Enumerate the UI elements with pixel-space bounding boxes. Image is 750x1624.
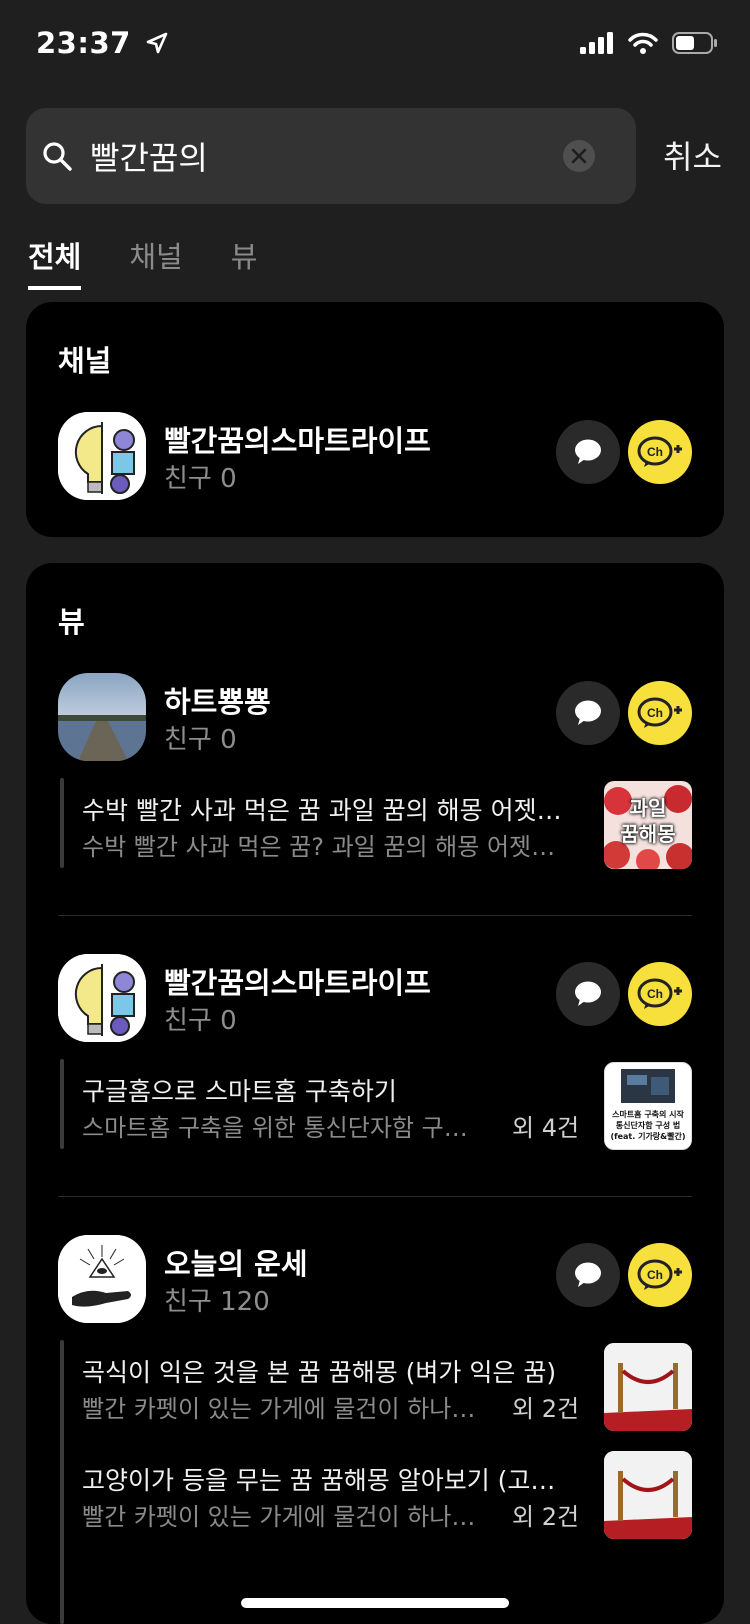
chat-button[interactable] — [556, 681, 620, 745]
chat-bubble-icon — [575, 1262, 601, 1287]
red-carpet-photo — [604, 1343, 692, 1431]
channel-plus-icon: Ch — [637, 978, 682, 1009]
thumbnail-caption: 과일 꿈해몽 — [620, 796, 676, 846]
thumbnail-caption: 스마트홈 구축의 시작 통신단자함 구성 법 (feat. 기가랑&빨간) — [610, 1110, 686, 1141]
battery-icon — [672, 32, 717, 54]
svg-text:Ch: Ch — [647, 706, 663, 720]
bulb-gear-logo-icon — [58, 412, 146, 500]
view-avatar-3[interactable] — [58, 1235, 146, 1323]
tab-bar: 전체 채널 뷰 — [28, 234, 257, 290]
svg-text:Ch: Ch — [647, 987, 663, 1001]
chat-button[interactable] — [556, 962, 620, 1026]
post-thumbnail[interactable]: 과일 꿈해몽 — [604, 781, 692, 869]
cancel-button[interactable]: 취소 — [663, 132, 722, 178]
chat-bubble-icon — [575, 439, 601, 464]
channel-section: 채널 빨간꿈의스마트라이프 친구 0 Ch — [26, 302, 724, 537]
post-thumbnail[interactable] — [604, 1343, 692, 1431]
channel-plus-icon: Ch — [637, 436, 682, 467]
view-section: 뷰 하트뿅뿅 친구 0 Ch 수박 빨간 사과 먹은 꿈 과일 꿈의 해몽 어젯… — [26, 563, 724, 1624]
add-channel-button[interactable]: Ch — [628, 1243, 692, 1307]
search-bar[interactable] — [26, 108, 636, 204]
chat-bubble-icon — [575, 981, 601, 1006]
location-arrow-icon — [147, 32, 168, 54]
svg-text:Ch: Ch — [647, 445, 663, 459]
post-thumbnail[interactable] — [604, 1451, 692, 1539]
view-friends-1: 친구 0 — [164, 725, 237, 755]
status-time: 23:37 — [36, 26, 169, 60]
post-description[interactable]: 빨간 카펫이 있는 가게에 물건이 하나도… — [82, 1497, 482, 1532]
view-name-2[interactable]: 빨간꿈의스마트라이프 — [164, 960, 431, 1002]
view-name-1[interactable]: 하트뿅뿅 — [164, 679, 271, 721]
network-cabinet-photo — [621, 1069, 675, 1103]
post-description[interactable]: 스마트홈 구축을 위한 통신단자함 구성… — [82, 1108, 482, 1143]
post-more-count[interactable]: 외 2건 — [512, 1389, 579, 1424]
tab-view[interactable]: 뷰 — [231, 234, 258, 290]
channel-name[interactable]: 빨간꿈의스마트라이프 — [164, 418, 431, 460]
cellular-signal-icon — [580, 32, 613, 54]
post-title[interactable]: 곡식이 익은 것을 본 꿈 꿈해몽 (벼가 익은 꿈) — [82, 1353, 572, 1389]
item-divider — [58, 915, 692, 916]
post-thumbnail[interactable]: 스마트홈 구축의 시작 통신단자함 구성 법 (feat. 기가랑&빨간) — [604, 1062, 692, 1150]
tab-channel[interactable]: 채널 — [129, 234, 182, 290]
home-indicator[interactable] — [241, 1598, 509, 1608]
post-indent-bar — [60, 1340, 64, 1624]
add-channel-button[interactable]: Ch — [628, 681, 692, 745]
add-channel-button[interactable]: Ch — [628, 962, 692, 1026]
svg-text:Ch: Ch — [647, 1268, 663, 1282]
search-input[interactable] — [88, 136, 562, 176]
item-divider — [58, 1196, 692, 1197]
post-title[interactable]: 구글홈으로 스마트홈 구축하기 — [82, 1072, 562, 1108]
search-icon — [43, 142, 72, 171]
chat-bubble-icon — [575, 700, 601, 725]
post-description[interactable]: 빨간 카펫이 있는 가게에 물건이 하나도… — [82, 1389, 482, 1424]
post-title[interactable]: 수박 빨간 사과 먹은 꿈 과일 꿈의 해몽 어젯… — [82, 791, 562, 827]
channel-section-title: 채널 — [58, 344, 112, 378]
view-friends-2: 친구 0 — [164, 1006, 237, 1036]
post-indent-bar — [60, 1059, 64, 1149]
status-indicators — [580, 32, 718, 54]
post-more-count[interactable]: 외 4건 — [512, 1108, 579, 1143]
channel-plus-icon: Ch — [637, 1259, 682, 1290]
wifi-icon — [628, 32, 658, 54]
view-name-3[interactable]: 오늘의 운세 — [164, 1241, 308, 1283]
red-carpet-photo — [604, 1451, 692, 1539]
post-description[interactable]: 수박 빨간 사과 먹은 꿈? 과일 꿈의 해몽 어젯… — [82, 827, 562, 862]
post-title[interactable]: 고양이가 등을 무는 꿈 꿈해몽 알아보기 (고… — [82, 1461, 572, 1497]
view-friends-3: 친구 120 — [164, 1287, 270, 1317]
channel-plus-icon: Ch — [637, 697, 682, 728]
bulb-gear-logo-icon — [58, 954, 146, 1042]
clear-search-icon[interactable] — [562, 139, 596, 173]
lake-pier-photo — [58, 673, 146, 761]
post-more-count[interactable]: 외 2건 — [512, 1497, 579, 1532]
chat-button[interactable] — [556, 1243, 620, 1307]
add-channel-button[interactable]: Ch — [628, 420, 692, 484]
channel-avatar[interactable] — [58, 412, 146, 500]
chat-button[interactable] — [556, 420, 620, 484]
view-avatar-2[interactable] — [58, 954, 146, 1042]
view-section-title: 뷰 — [58, 605, 85, 639]
channel-friends-count: 친구 0 — [164, 464, 237, 494]
post-indent-bar — [60, 778, 64, 868]
tab-all[interactable]: 전체 — [28, 234, 82, 290]
fortune-eye-hand-logo-icon — [58, 1235, 146, 1323]
view-avatar-1[interactable] — [58, 673, 146, 761]
